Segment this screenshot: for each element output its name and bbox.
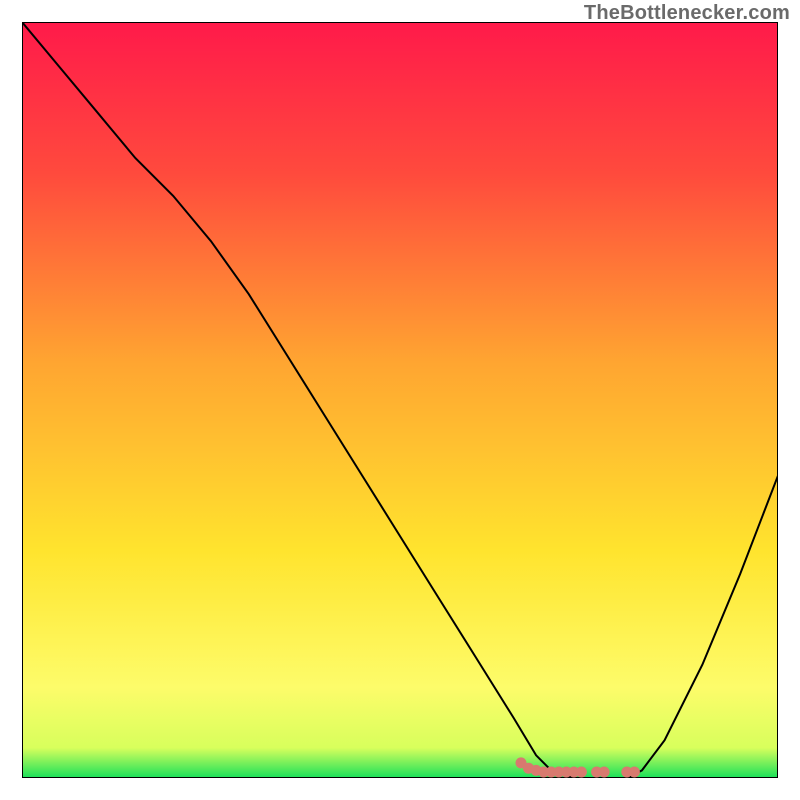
optimal-dot — [629, 767, 640, 778]
optimal-dot — [576, 767, 587, 778]
chart-svg — [22, 22, 778, 778]
chart-frame: TheBottlenecker.com — [0, 0, 800, 800]
gradient-background — [22, 22, 778, 778]
optimal-dot — [599, 767, 610, 778]
plot-area — [22, 22, 778, 778]
